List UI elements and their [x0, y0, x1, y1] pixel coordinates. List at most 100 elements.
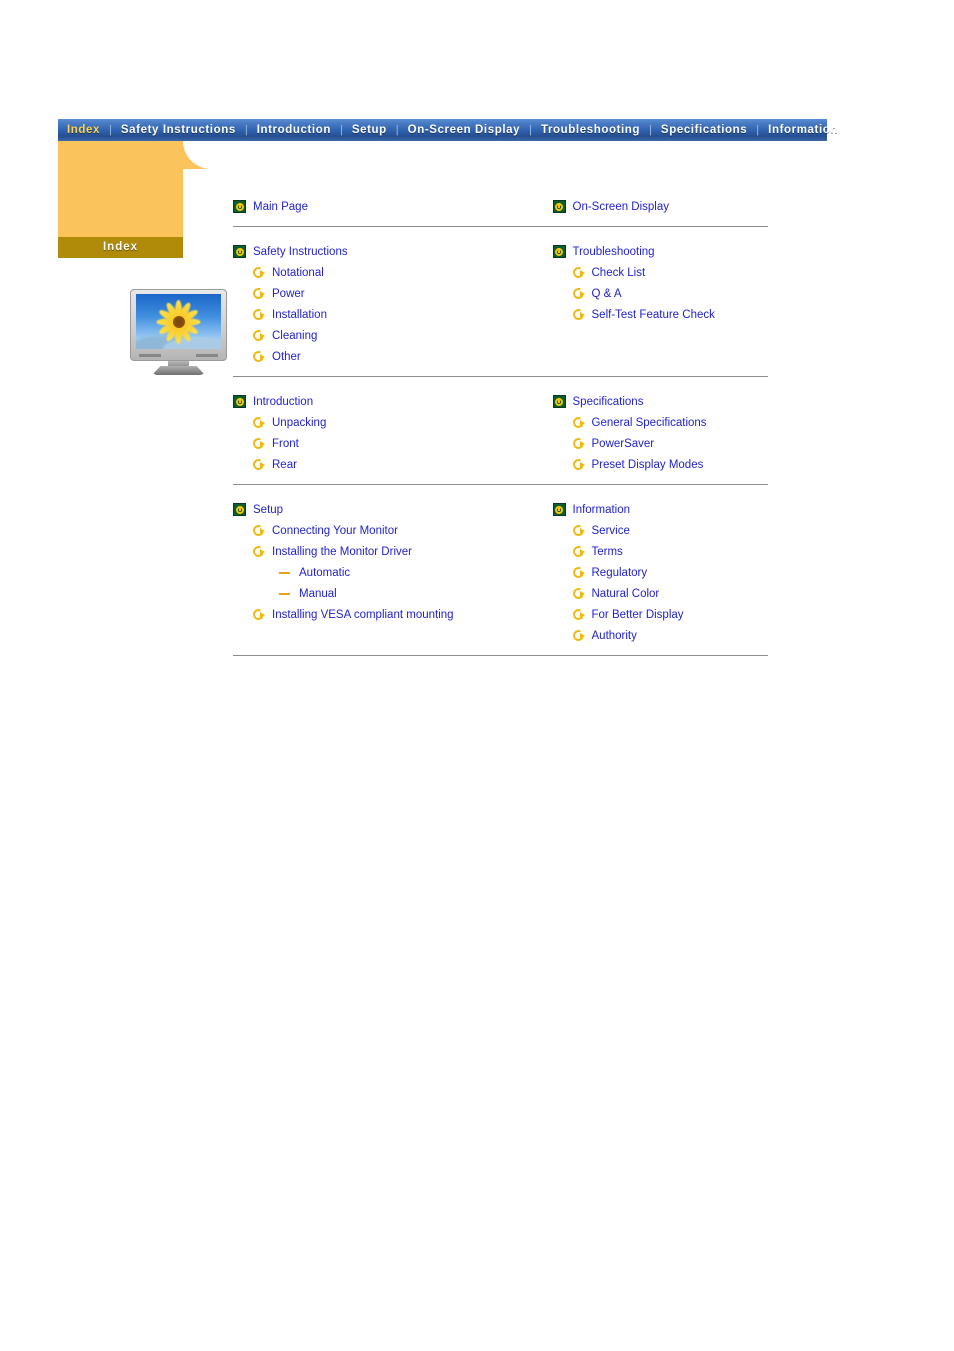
link-safety-instructions[interactable]: Safety Instructions [253, 246, 348, 258]
index-link-row[interactable]: Connecting Your Monitor [253, 520, 501, 541]
link-regulatory[interactable]: Regulatory [592, 567, 648, 579]
index-link-row[interactable]: Natural Color [573, 583, 769, 604]
link-troubleshooting[interactable]: Troubleshooting [573, 246, 655, 258]
index-link-row[interactable]: Terms [573, 541, 769, 562]
link-unpacking[interactable]: Unpacking [272, 417, 326, 429]
index-link-row[interactable]: Unpacking [253, 412, 501, 433]
nav-item-safety-instructions[interactable]: Safety Instructions [112, 119, 245, 141]
link-cleaning[interactable]: Cleaning [272, 330, 317, 342]
index-link-row[interactable]: Other [253, 346, 501, 367]
index-link-row[interactable]: Installing the Monitor Driver [253, 541, 501, 562]
index-link-row[interactable]: Cleaning [253, 325, 501, 346]
index-link-row[interactable]: PowerSaver [573, 433, 769, 454]
link-connecting-your-monitor[interactable]: Connecting Your Monitor [272, 525, 398, 537]
index-link-row[interactable]: For Better Display [573, 604, 769, 625]
circular-arrow-bullet-icon [573, 438, 585, 450]
link-service[interactable]: Service [592, 525, 630, 537]
link-installing-the-monitor-driver[interactable]: Installing the Monitor Driver [272, 546, 412, 558]
index-link-row[interactable]: Preset Display Modes [573, 454, 769, 475]
dash-bullet-icon [279, 567, 291, 579]
link-specifications[interactable]: Specifications [573, 396, 644, 408]
nav-item-specifications[interactable]: Specifications [652, 119, 756, 141]
circular-arrow-bullet-icon [253, 525, 265, 537]
nav-item-setup[interactable]: Setup [343, 119, 396, 141]
monitor-label-right [196, 354, 218, 357]
link-for-better-display[interactable]: For Better Display [592, 609, 684, 621]
power-bullet-icon [552, 395, 566, 408]
index-link-row[interactable]: Power [253, 283, 501, 304]
index-link-row[interactable]: Information [552, 499, 769, 520]
circular-arrow-bullet-icon [253, 459, 265, 471]
link-q-and-a[interactable]: Q & A [592, 288, 622, 300]
index-link-row[interactable]: Q & A [573, 283, 769, 304]
index-link-row[interactable]: Setup [233, 499, 501, 520]
sunflower-center [172, 315, 185, 328]
index-column-left: Main Page [233, 196, 501, 217]
index-link-row[interactable]: Main Page [233, 196, 501, 217]
power-bullet-icon [552, 200, 566, 213]
index-link-row[interactable]: Safety Instructions [233, 241, 501, 262]
link-power[interactable]: Power [272, 288, 305, 300]
link-information[interactable]: Information [573, 504, 631, 516]
circular-arrow-bullet-icon [253, 267, 265, 279]
index-link-row[interactable]: Manual [279, 583, 501, 604]
nav-item-information[interactable]: Information [759, 119, 847, 141]
link-preset-display-modes[interactable]: Preset Display Modes [592, 459, 704, 471]
link-manual[interactable]: Manual [299, 588, 337, 600]
circular-arrow-bullet-icon [573, 567, 585, 579]
link-other[interactable]: Other [272, 351, 301, 363]
index-link-row[interactable]: Automatic [279, 562, 501, 583]
circular-arrow-bullet-icon [573, 309, 585, 321]
nav-item-introduction[interactable]: Introduction [248, 119, 340, 141]
link-terms[interactable]: Terms [592, 546, 623, 558]
index-link-row[interactable]: Front [253, 433, 501, 454]
link-general-specifications[interactable]: General Specifications [592, 417, 707, 429]
nav-item-troubleshooting[interactable]: Troubleshooting [532, 119, 649, 141]
link-on-screen-display[interactable]: On-Screen Display [573, 201, 670, 213]
link-automatic[interactable]: Automatic [299, 567, 350, 579]
link-self-test-feature-check[interactable]: Self-Test Feature Check [592, 309, 715, 321]
index-link-row[interactable]: Introduction [233, 391, 501, 412]
index-link-row[interactable]: Installing VESA compliant mounting [253, 604, 501, 625]
circular-arrow-bullet-icon [253, 288, 265, 300]
index-link-row[interactable]: Specifications [552, 391, 769, 412]
monitor-screen [136, 294, 221, 349]
link-check-list[interactable]: Check List [592, 267, 646, 279]
nav-item-index[interactable]: Index [58, 119, 109, 141]
index-link-row[interactable]: On-Screen Display [552, 196, 769, 217]
link-front[interactable]: Front [272, 438, 299, 450]
link-installing-vesa-compliant-mounting[interactable]: Installing VESA compliant mounting [272, 609, 454, 621]
sidebar-index-tab[interactable]: Index [58, 237, 183, 258]
index-link-row[interactable]: Service [573, 520, 769, 541]
index-link-row[interactable]: Troubleshooting [552, 241, 769, 262]
link-notational[interactable]: Notational [272, 267, 324, 279]
index-column-right: Troubleshooting Check List Q & A Self-Test … [501, 241, 769, 367]
index-link-row[interactable]: Authority [573, 625, 769, 646]
nav-item-on-screen-display[interactable]: On-Screen Display [399, 119, 529, 141]
power-bullet-icon [233, 245, 246, 258]
link-introduction[interactable]: Introduction [253, 396, 313, 408]
index-link-row[interactable]: General Specifications [573, 412, 769, 433]
index-link-row[interactable]: Notational [253, 262, 501, 283]
link-powersaver[interactable]: PowerSaver [592, 438, 655, 450]
power-bullet-icon [552, 503, 566, 516]
link-natural-color[interactable]: Natural Color [592, 588, 660, 600]
link-installation[interactable]: Installation [272, 309, 327, 321]
index-link-row[interactable]: Check List [573, 262, 769, 283]
index-link-row[interactable]: Rear [253, 454, 501, 475]
link-main-page[interactable]: Main Page [253, 201, 308, 213]
index-column-right: Information Service Terms Regulatory Natural… [501, 499, 769, 646]
link-rear[interactable]: Rear [272, 459, 297, 471]
index-link-row[interactable]: Installation [253, 304, 501, 325]
power-bullet-icon [233, 503, 246, 516]
index-column-left: Safety Instructions Notational Power Instal… [233, 241, 501, 367]
monitor-bezel [130, 289, 227, 361]
index-link-row[interactable]: Regulatory [573, 562, 769, 583]
link-setup[interactable]: Setup [253, 504, 283, 516]
link-authority[interactable]: Authority [592, 630, 637, 642]
index-column-left: Introduction Unpacking Front Rear [233, 391, 501, 475]
index-link-row[interactable]: Self-Test Feature Check [573, 304, 769, 325]
